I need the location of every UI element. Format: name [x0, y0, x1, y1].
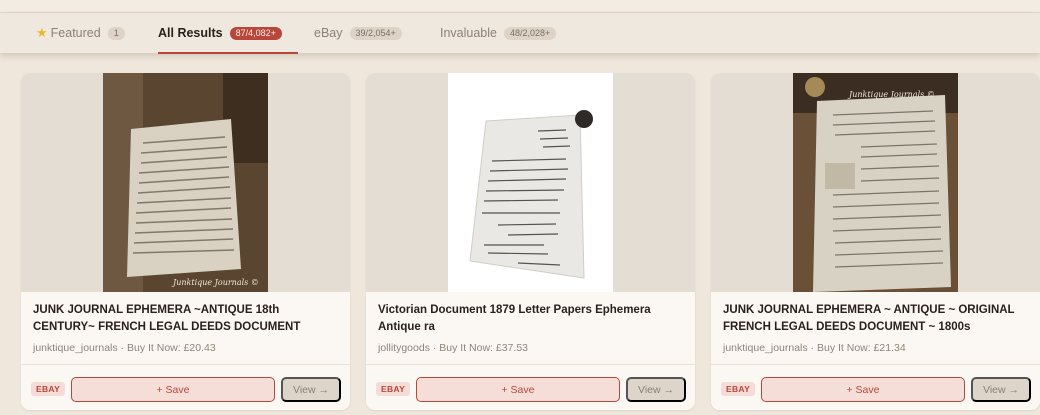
tab-invaluable[interactable]: Invaluable 48/2,028+	[440, 13, 557, 53]
save-button[interactable]: + Save	[71, 377, 275, 402]
tab-count-badge: 39/2,054+	[349, 26, 402, 40]
result-card: Junktique Journals © JUNK JOURNAL EPHEME…	[21, 73, 350, 410]
document-photo: Junktique Journals ©	[793, 73, 958, 292]
tab-label: Invaluable	[440, 26, 497, 40]
listing-meta: junktique_journals · Buy It Now: £21.34	[723, 342, 906, 354]
listing-image[interactable]: Junktique Journals ©	[21, 73, 350, 292]
tab-ebay[interactable]: eBay 39/2,054+	[314, 13, 402, 53]
tab-count-badge: 87/4,082+	[229, 26, 282, 40]
document-photo: Junktique Journals ©	[103, 73, 268, 292]
tab-count-badge: 1	[107, 26, 125, 40]
star-icon: ★	[36, 25, 48, 40]
source-badge: EBAY	[721, 382, 756, 396]
document-photo	[448, 73, 613, 292]
listing-title[interactable]: JUNK JOURNAL EPHEMERA ~ANTIQUE 18th CENT…	[33, 302, 341, 336]
card-footer: EBAY + Save View →	[711, 364, 1040, 410]
listing-image[interactable]	[366, 73, 695, 292]
tab-count-badge: 48/2,028+	[504, 26, 557, 40]
source-badge: EBAY	[31, 382, 66, 396]
view-button[interactable]: View →	[971, 377, 1031, 402]
tab-label: Featured	[50, 26, 101, 40]
top-strip	[0, 0, 1040, 13]
listing-image[interactable]: Junktique Journals ©	[711, 73, 1040, 292]
result-card: Victorian Document 1879 Letter Papers Ep…	[366, 73, 695, 410]
tab-featured[interactable]: ★ Featured 1	[36, 13, 125, 53]
save-button[interactable]: + Save	[761, 377, 965, 402]
tab-all-results[interactable]: All Results 87/4,082+	[158, 13, 298, 54]
result-card: Junktique Journals © JUNK JOURNAL EPHEME…	[711, 73, 1040, 410]
tab-label: eBay	[314, 26, 343, 40]
listing-meta: junktique_journals · Buy It Now: £20.43	[33, 342, 216, 354]
results-tabs: ★ Featured 1 All Results 87/4,082+ eBay …	[0, 13, 1040, 54]
listing-meta: jollitygoods · Buy It Now: £37.53	[378, 342, 528, 354]
tab-label: All Results	[158, 26, 223, 40]
card-footer: EBAY + Save View →	[21, 364, 350, 410]
image-watermark: Junktique Journals ©	[171, 278, 259, 287]
view-button[interactable]: View →	[281, 377, 341, 402]
listing-title[interactable]: Victorian Document 1879 Letter Papers Ep…	[378, 302, 686, 336]
source-badge: EBAY	[376, 382, 411, 396]
image-watermark: Junktique Journals ©	[847, 90, 935, 99]
listing-title[interactable]: JUNK JOURNAL EPHEMERA ~ ANTIQUE ~ ORIGIN…	[723, 302, 1031, 336]
view-button[interactable]: View →	[626, 377, 686, 402]
save-button[interactable]: + Save	[416, 377, 620, 402]
card-footer: EBAY + Save View →	[366, 364, 695, 410]
